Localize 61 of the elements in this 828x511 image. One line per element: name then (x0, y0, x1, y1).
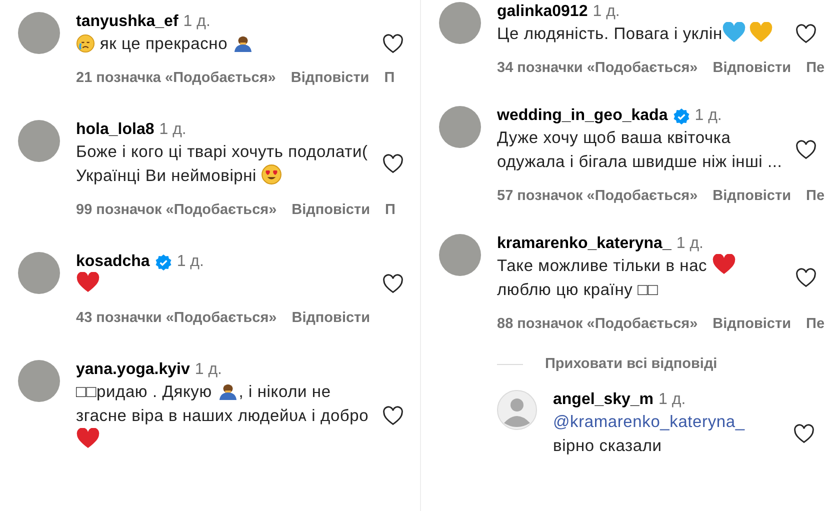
username[interactable]: angel_sky_m (553, 390, 654, 410)
comment-text: як це прекрасно (76, 32, 372, 56)
like-count[interactable]: 88 позначок «Подобається» (497, 316, 698, 332)
timestamp: 1 д. (592, 2, 620, 22)
timestamp: 1 д. (176, 252, 204, 272)
comment-text: Це людяність. Повага і уклін (497, 22, 785, 46)
username[interactable]: galinka0912 (497, 2, 588, 22)
mention-link[interactable]: @kramarenko_kateryna_ (553, 413, 745, 431)
comment-text: Боже і кого ці тварі хочуть подолати( Українці Ви неймовірні (76, 142, 369, 187)
timestamp: 1 д. (694, 106, 722, 126)
like-count[interactable]: 43 позначки «Подобається» (76, 310, 277, 326)
username[interactable]: kosadcha (76, 252, 150, 272)
like-heart-icon[interactable] (795, 140, 817, 160)
like-count[interactable]: 21 позначка «Подобається» (76, 70, 276, 86)
comment-text: @kramarenko_kateryna_ вірно сказали (553, 412, 746, 457)
action-link[interactable]: Пе (806, 316, 825, 332)
username[interactable]: wedding_in_geo_kada (497, 106, 668, 126)
comment-text: Дуже хочу щоб ваша квіточка одужала і бігала швидше ніж інші ... (497, 128, 784, 173)
like-count[interactable]: 34 позначки «Подобається» (497, 60, 698, 76)
avatar-photo-placeholder[interactable] (439, 106, 481, 148)
timestamp: 1 д. (159, 120, 186, 140)
action-link[interactable]: Пе (806, 188, 825, 204)
like-heart-icon[interactable] (793, 424, 815, 444)
reply-link[interactable]: Відповісти (292, 202, 370, 218)
crying-face-icon (76, 34, 95, 53)
reply-link[interactable]: Відповісти (712, 60, 792, 76)
timestamp: 1 д. (194, 360, 222, 380)
timestamp: 1 д. (676, 234, 704, 254)
bowing-person-icon (216, 382, 239, 401)
like-heart-icon[interactable] (382, 274, 404, 294)
like-count[interactable]: 57 позначок «Подобається» (497, 188, 698, 204)
like-heart-icon[interactable] (795, 24, 817, 44)
action-link[interactable]: Пе (806, 60, 825, 76)
avatar-photo-placeholder[interactable] (18, 252, 60, 294)
heart-eyes-face-icon (261, 164, 282, 185)
hide-replies-link[interactable]: Приховати всі відповіді (545, 356, 718, 372)
avatar-photo-placeholder[interactable] (439, 234, 481, 276)
username[interactable]: hola_lola8 (76, 120, 154, 140)
like-count[interactable]: 99 позначок «Подобається» (76, 202, 277, 218)
username[interactable]: tanyushka_ef (76, 12, 178, 32)
timestamp: 1 д. (658, 390, 686, 410)
reply-link[interactable]: Відповісти (290, 70, 370, 86)
like-heart-icon[interactable] (795, 268, 817, 288)
bowing-person-icon (232, 34, 254, 53)
username[interactable]: kramarenko_kateryna_ (497, 234, 672, 254)
username[interactable]: yana.yoga.kyiv (76, 360, 190, 380)
reply-link[interactable]: Відповісти (292, 310, 370, 326)
like-heart-icon[interactable] (382, 34, 404, 54)
like-heart-icon[interactable] (382, 154, 404, 174)
avatar-photo-placeholder[interactable] (18, 12, 60, 54)
comment-text: □□ридаю . Дякую , і ніколи не згасне віра в наших людейᴜᴀ і добро (76, 380, 372, 452)
timestamp: 1 д. (183, 12, 210, 32)
comment-text: Таке можливе тільки в нас люблю цю країну □□ (497, 254, 785, 302)
like-heart-icon[interactable] (382, 406, 404, 426)
reply-link[interactable]: Відповісти (712, 188, 792, 204)
reply-link[interactable]: Відповісти (712, 316, 792, 332)
action-link[interactable]: П (384, 70, 395, 86)
avatar-photo-placeholder[interactable] (18, 360, 60, 402)
action-link[interactable]: П (385, 202, 396, 218)
avatar-photo-placeholder[interactable] (18, 120, 60, 162)
avatar-photo-placeholder[interactable] (439, 2, 481, 44)
